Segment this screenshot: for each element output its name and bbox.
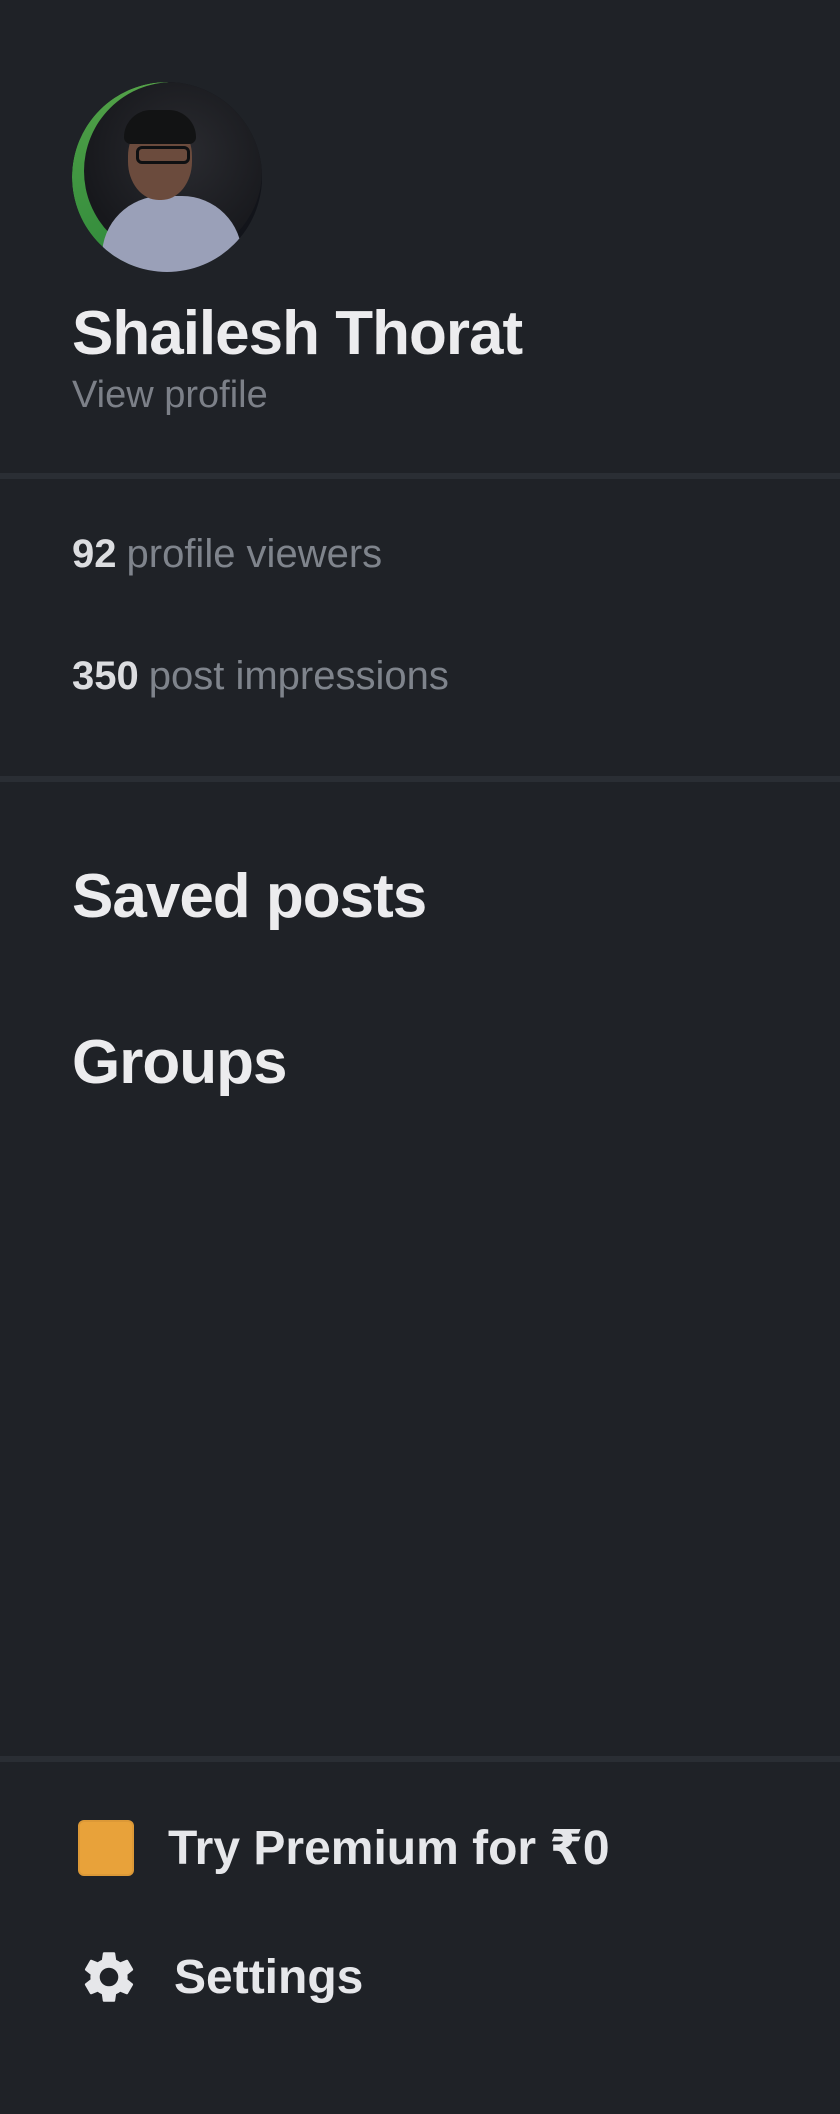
premium-icon	[78, 1820, 134, 1876]
gear-icon	[78, 1946, 140, 2008]
avatar-photo	[84, 82, 262, 272]
avatar-hair	[124, 110, 196, 144]
settings-link[interactable]: Settings	[72, 1946, 772, 2008]
avatar[interactable]	[72, 82, 262, 272]
try-premium-link[interactable]: Try Premium for ₹0	[72, 1820, 772, 1876]
premium-label: Try Premium for ₹0	[168, 1822, 610, 1875]
nav-links: Saved posts Groups	[72, 860, 772, 1193]
avatar-glasses	[136, 146, 190, 164]
stat-profile-viewers[interactable]: 92 profile viewers	[72, 530, 772, 578]
stats-section: 92 profile viewers 350 post impressions	[72, 530, 772, 774]
groups-link[interactable]: Groups	[72, 1026, 772, 1100]
divider	[0, 776, 840, 782]
divider	[0, 473, 840, 479]
stat-post-impressions[interactable]: 350 post impressions	[72, 652, 772, 700]
stat-label: profile viewers	[126, 532, 383, 576]
saved-posts-link[interactable]: Saved posts	[72, 860, 772, 934]
avatar-shoulders	[102, 196, 242, 272]
view-profile-link[interactable]: View profile	[72, 374, 772, 417]
stat-label: post impressions	[148, 654, 449, 698]
profile-section: Shailesh Thorat View profile	[72, 82, 772, 417]
profile-name[interactable]: Shailesh Thorat	[72, 299, 772, 368]
stat-value: 350	[72, 654, 139, 698]
settings-label: Settings	[174, 1950, 364, 2004]
bottom-section: Try Premium for ₹0 Settings	[72, 1820, 772, 2078]
stat-value: 92	[72, 532, 117, 576]
sidebar-menu: Shailesh Thorat View profile 92 profile v…	[0, 0, 840, 2114]
divider	[0, 1756, 840, 1762]
